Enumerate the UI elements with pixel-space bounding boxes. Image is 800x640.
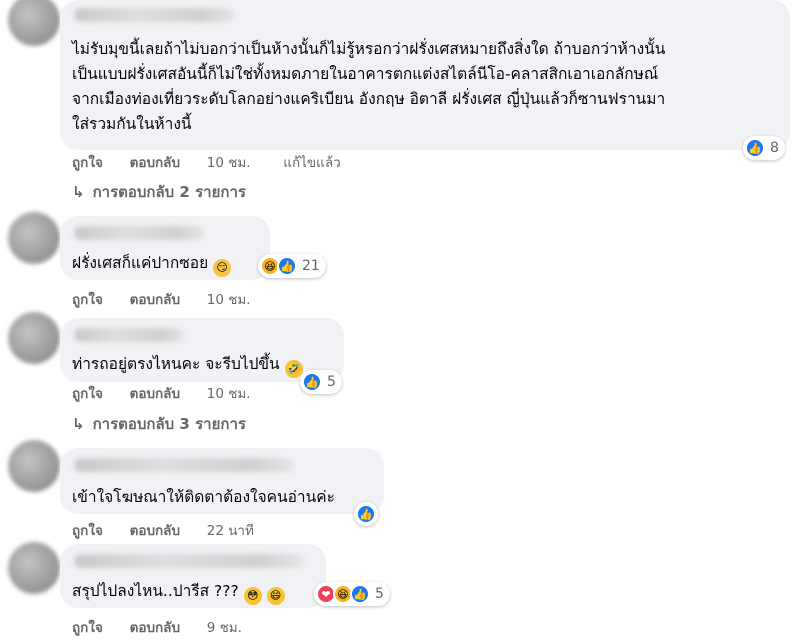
grin-emoji-icon: 😄	[266, 587, 285, 605]
like-button[interactable]: ถูกใจ	[72, 386, 103, 402]
flushed-emoji-icon: 😳	[243, 587, 262, 605]
reaction-count: 5	[327, 374, 336, 390]
comment-bubble: ไม่รับมุขนี้เลยถ้าไม่บอกว่าเป็นห้างนั้นก…	[60, 0, 790, 150]
avatar[interactable]	[8, 0, 60, 46]
view-replies-link[interactable]: ↳ การตอบกลับ 3 รายการ	[72, 412, 246, 436]
comment-actions: ถูกใจ ตอบกลับ 10 ชม.	[72, 288, 273, 310]
view-replies-link[interactable]: ↳ การตอบกลับ 2 รายการ	[72, 180, 246, 204]
comment-bubble: สรุปไปลงไหน..ปารีส ??? 😳 😄	[60, 544, 326, 608]
comment-text-line: ใส่รวมกันในห้างนี้	[72, 115, 192, 133]
reaction-summary[interactable]: ❤ 😆 👍 5	[314, 582, 390, 606]
like-icon: 👍	[356, 504, 376, 524]
comment-text: เข้าใจโฆษณาให้ติดตาต้องใจคนอ่านค่ะ	[72, 488, 335, 506]
author-name[interactable]	[74, 458, 294, 472]
comment-4: เข้าใจโฆษณาให้ติดตาต้องใจคนอ่านค่ะ 👍 ถูก…	[0, 440, 800, 540]
timestamp[interactable]: 10 ชม.	[207, 292, 251, 308]
reply-arrow-icon: ↳	[72, 415, 85, 433]
comment-actions: ถูกใจ ตอบกลับ 9 ชม.	[72, 616, 264, 638]
reaction-summary[interactable]: 👍	[354, 502, 378, 526]
avatar[interactable]	[8, 542, 60, 594]
reply-button[interactable]: ตอบกลับ	[130, 292, 180, 308]
replies-label: การตอบกลับ 3 รายการ	[92, 415, 246, 433]
reaction-count: 5	[375, 586, 384, 602]
like-button[interactable]: ถูกใจ	[72, 292, 103, 308]
comment-text-content: ฝรั่งเศสก็แค่ปากซอย	[72, 254, 209, 272]
comment-text: สรุปไปลงไหน..ปารีส ??? 😳 😄	[72, 578, 285, 605]
author-name[interactable]	[74, 554, 304, 568]
comment-text-line: เป็นแบบฝรั่งเศสอันนี้ก็ไม่ใช่ทั้งหมดภายใ…	[72, 65, 659, 83]
comment-1: ไม่รับมุขนี้เลยถ้าไม่บอกว่าเป็นห้างนั้นก…	[0, 0, 800, 210]
reaction-summary[interactable]: 😆 👍 21	[258, 254, 326, 278]
comment-text-line: ไม่รับมุขนี้เลยถ้าไม่บอกว่าเป็นห้างนั้นก…	[72, 40, 666, 58]
rofl-emoji-icon: 🤣	[284, 360, 303, 378]
reaction-summary[interactable]: 👍 5	[300, 370, 342, 394]
timestamp[interactable]: 10 ชม.	[207, 386, 251, 402]
like-button[interactable]: ถูกใจ	[72, 620, 103, 636]
like-button[interactable]: ถูกใจ	[72, 523, 103, 539]
reply-button[interactable]: ตอบกลับ	[130, 155, 180, 171]
comment-bubble: ท่ารถอยู่ตรงไหนคะ จะรีบไปขึ้น 🤣	[60, 318, 344, 382]
comment-bubble: เข้าใจโฆษณาให้ติดตาต้องใจคนอ่านค่ะ	[60, 448, 384, 514]
avatar[interactable]	[8, 212, 60, 264]
reply-button[interactable]: ตอบกลับ	[130, 620, 180, 636]
avatar[interactable]	[8, 440, 60, 492]
timestamp[interactable]: 22 นาที	[207, 523, 254, 539]
reply-arrow-icon: ↳	[72, 183, 85, 201]
reaction-count: 21	[302, 258, 320, 274]
avatar[interactable]	[8, 312, 60, 364]
author-name[interactable]	[74, 328, 184, 342]
comment-actions: ถูกใจ ตอบกลับ 22 นาที	[72, 519, 276, 541]
comment-text-content: ท่ารถอยู่ตรงไหนคะ จะรีบไปขึ้น	[72, 355, 280, 373]
like-icon: 👍	[277, 256, 297, 276]
comment-text-line: จากเมืองท่องเที่ยวระดับโลกอย่างแคริเบียน…	[72, 90, 666, 108]
comment-text-content: สรุปไปลงไหน..ปารีส ???	[72, 582, 239, 600]
comment-bubble: ฝรั่งเศสก็แค่ปากซอย 😏	[60, 216, 270, 280]
like-button[interactable]: ถูกใจ	[72, 155, 103, 171]
edited-label: แก้ไขแล้ว	[283, 155, 341, 171]
comment-actions: ถูกใจ ตอบกลับ 10 ชม.	[72, 382, 273, 404]
reaction-summary[interactable]: 👍 8	[743, 136, 785, 160]
comment-2: ฝรั่งเศสก็แค่ปากซอย 😏 😆 👍 21 ถูกใจ ตอบกล…	[0, 212, 800, 312]
reaction-count: 8	[770, 140, 779, 156]
reply-button[interactable]: ตอบกลับ	[130, 523, 180, 539]
comment-5: สรุปไปลงไหน..ปารีส ??? 😳 😄 ❤ 😆 👍 5 ถูกใจ…	[0, 540, 800, 640]
like-icon: 👍	[745, 138, 765, 158]
like-icon: 👍	[302, 372, 322, 392]
like-icon: 👍	[350, 584, 370, 604]
comment-actions: ถูกใจ ตอบกลับ 10 ชม. แก้ไขแล้ว	[72, 151, 363, 173]
comment-text: ท่ารถอยู่ตรงไหนคะ จะรีบไปขึ้น 🤣	[72, 351, 303, 378]
reply-button[interactable]: ตอบกลับ	[130, 386, 180, 402]
author-name[interactable]	[74, 8, 234, 22]
comment-text: ฝรั่งเศสก็แค่ปากซอย 😏	[72, 250, 232, 277]
author-name[interactable]	[74, 226, 204, 240]
timestamp[interactable]: 10 ชม.	[207, 155, 251, 171]
smirk-emoji-icon: 😏	[213, 259, 232, 277]
timestamp[interactable]: 9 ชม.	[207, 620, 242, 636]
comment-3: ท่ารถอยู่ตรงไหนคะ จะรีบไปขึ้น 🤣 👍 5 ถูกใ…	[0, 312, 800, 442]
replies-label: การตอบกลับ 2 รายการ	[92, 183, 246, 201]
